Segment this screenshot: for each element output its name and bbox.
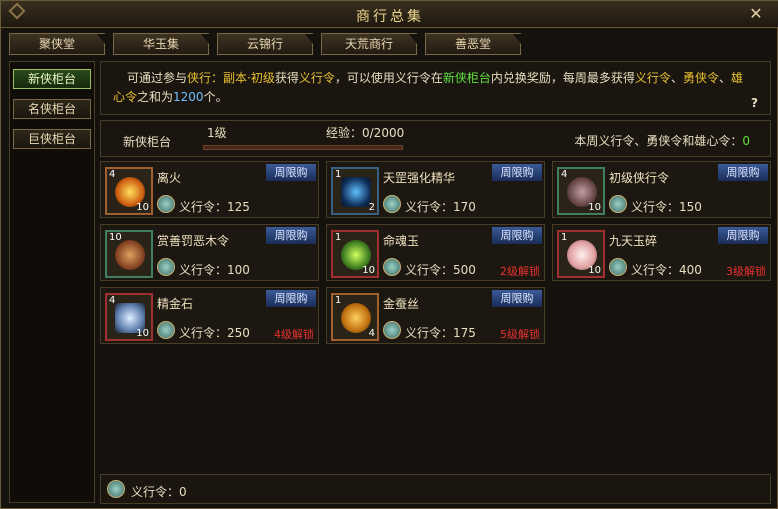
shop-item-jingjin-stone[interactable]: 4 10 精金石 周限购 义行令：250 4级解锁: [100, 287, 319, 344]
description-text: 可通过参与侠行：副本·初级获得义行令，可以使用义行令在新侠柜台内兑换奖励，每周最…: [113, 71, 743, 104]
shop-item-tiangang-essence[interactable]: 12 天罡强化精华 周限购 义行令：170: [326, 161, 545, 218]
weekly-limit-badge: 周限购: [492, 227, 542, 244]
weekly-limit-badge: 周限购: [266, 290, 316, 307]
token-icon: [157, 321, 175, 339]
item-icon-minghun-jade: 1 10: [331, 230, 379, 278]
item-icon-tiangang-essence: 12: [331, 167, 379, 215]
item-name: 精金石: [157, 297, 194, 311]
tab-yunjinhang[interactable]: 云锦行: [217, 33, 313, 55]
tab-juxiatang[interactable]: 聚侠堂: [9, 33, 105, 55]
weekly-token-summary: 本周义行令、勇侠令和雄心令：0: [574, 134, 750, 148]
token-icon: [383, 258, 401, 276]
item-name: 九天玉碎: [609, 234, 658, 248]
item-icon-jiutian-jade-shard: 1 10: [557, 230, 605, 278]
token-icon: [609, 258, 627, 276]
item-price: 义行令：175: [405, 326, 476, 340]
item-price: 义行令：400: [631, 263, 702, 277]
item-name: 天罡强化精华: [383, 171, 456, 185]
sidebar: 新侠柜台 名侠柜台 巨侠柜台: [9, 61, 95, 503]
help-icon[interactable]: ?: [751, 96, 758, 110]
shop-item-golden-silk[interactable]: 14 金蚕丝 周限购 义行令：175 5级解锁: [326, 287, 545, 344]
level-info-panel: 新侠柜台 1级 经验：0/2000 本周义行令、勇侠令和雄心令：0: [100, 120, 771, 157]
tab-tianhuang-shop[interactable]: 天荒商行: [321, 33, 417, 55]
item-name: 金蚕丝: [383, 297, 420, 311]
item-icon-shangshan-token: 10: [105, 230, 153, 278]
title-bar: 商行总集 ✕: [1, 1, 778, 28]
token-icon: [107, 480, 125, 498]
item-price: 义行令：125: [179, 200, 250, 214]
tab-huayuji[interactable]: 华玉集: [113, 33, 209, 55]
item-name: 命魂玉: [383, 234, 420, 248]
counter-label: 新侠柜台: [123, 135, 172, 149]
weekly-limit-badge: 周限购: [266, 164, 316, 181]
token-icon: [383, 195, 401, 213]
unlock-requirement: 3级解锁: [726, 265, 766, 278]
unlock-requirement: 5级解锁: [500, 328, 540, 341]
item-price: 义行令：250: [179, 326, 250, 340]
experience-progress-bar: [203, 145, 403, 150]
shop-item-minghun-jade[interactable]: 1 10 命魂玉 周限购 义行令：500 2级解锁: [326, 224, 545, 281]
item-name: 赏善罚恶木令: [157, 234, 230, 248]
tab-bar: 聚侠堂 华玉集 云锦行 天荒商行 善恶堂: [9, 33, 771, 55]
item-grid: 4 10 离火 周限购 义行令：125 12 天罡强化精华 周限购 义行令：170…: [100, 161, 771, 472]
token-icon: [157, 195, 175, 213]
experience-text: 经验：0/2000: [326, 126, 405, 140]
level-text: 1级: [207, 126, 227, 140]
weekly-limit-badge: 周限购: [718, 164, 768, 181]
tab-shanetang[interactable]: 善恶堂: [425, 33, 521, 55]
sidebar-item-great-hero-counter[interactable]: 巨侠柜台: [13, 129, 91, 149]
shop-item-jiutian-jade-shard[interactable]: 1 10 九天玉碎 周限购 义行令：400 3级解锁: [552, 224, 771, 281]
weekly-limit-badge: 周限购: [492, 164, 542, 181]
token-icon: [609, 195, 627, 213]
weekly-limit-badge: 周限购: [492, 290, 542, 307]
close-icon[interactable]: ✕: [747, 5, 765, 23]
window-title: 商行总集: [356, 9, 424, 25]
item-name: 初级侠行令: [609, 171, 670, 185]
item-price: 义行令：100: [179, 263, 250, 277]
shop-item-shangshan-token[interactable]: 10 赏善罚恶木令 周限购 义行令：100: [100, 224, 319, 281]
sidebar-item-new-hero-counter[interactable]: 新侠柜台: [13, 69, 91, 89]
shop-item-junior-xiaxing-token[interactable]: 4 10 初级侠行令 周限购 义行令：150: [552, 161, 771, 218]
shop-item-lihuo[interactable]: 4 10 离火 周限购 义行令：125: [100, 161, 319, 218]
weekly-limit-badge: 周限购: [266, 227, 316, 244]
item-icon-lihuo: 4 10: [105, 167, 153, 215]
unlock-requirement: 2级解锁: [500, 265, 540, 278]
item-icon-jingjin-stone: 4 10: [105, 293, 153, 341]
token-icon: [157, 258, 175, 276]
token-balance-text: 义行令：0: [131, 485, 187, 499]
token-balance-bar: 义行令：0: [100, 474, 771, 504]
item-price: 义行令：500: [405, 263, 476, 277]
item-icon-junior-xiaxing-token: 4 10: [557, 167, 605, 215]
shop-window: 商行总集 ✕ 聚侠堂 华玉集 云锦行 天荒商行 善恶堂 新侠柜台 名侠柜台 巨侠…: [0, 0, 778, 509]
item-price: 义行令：150: [631, 200, 702, 214]
weekly-limit-badge: 周限购: [718, 227, 768, 244]
item-price: 义行令：170: [405, 200, 476, 214]
token-icon: [383, 321, 401, 339]
item-name: 离火: [157, 171, 182, 185]
unlock-requirement: 4级解锁: [274, 328, 314, 341]
sidebar-item-famous-hero-counter[interactable]: 名侠柜台: [13, 99, 91, 119]
item-icon-golden-silk: 14: [331, 293, 379, 341]
description-panel: 可通过参与侠行：副本·初级获得义行令，可以使用义行令在新侠柜台内兑换奖励，每周最…: [100, 61, 771, 115]
